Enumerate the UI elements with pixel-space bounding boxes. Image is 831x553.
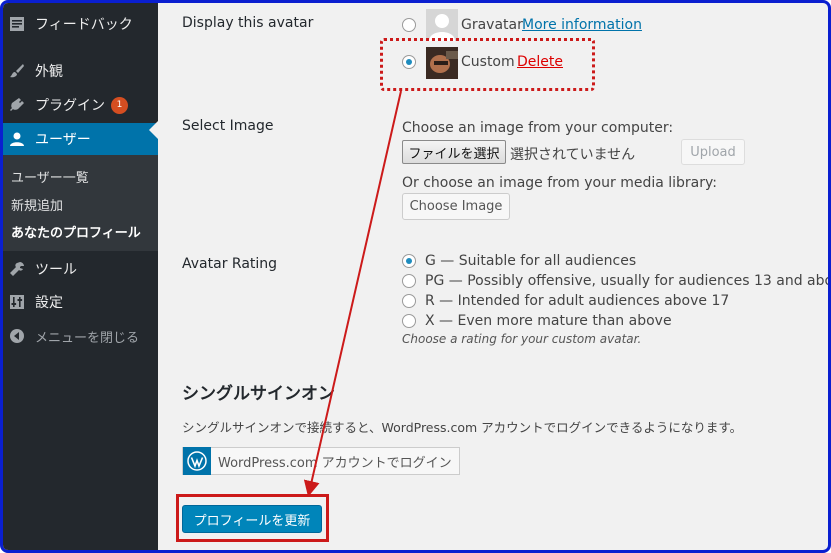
menu-item-users[interactable]: ユーザー xyxy=(3,123,158,155)
submenu-add-new[interactable]: 新規追加 xyxy=(11,195,63,214)
menu-label: 設定 xyxy=(35,295,63,311)
collapse-arrow-icon xyxy=(7,326,27,346)
rating-r-radio[interactable] xyxy=(402,294,416,308)
menu-label: ユーザー xyxy=(35,132,91,148)
custom-avatar-highlight xyxy=(380,38,595,91)
submenu-all-users[interactable]: ユーザー一覧 xyxy=(11,167,89,186)
upload-button[interactable]: Upload xyxy=(681,139,745,165)
rating-g-radio[interactable] xyxy=(402,254,416,268)
menu-label: フィードバック xyxy=(35,17,133,33)
wordpress-login-label: WordPress.com アカウントでログイン xyxy=(218,455,452,471)
rating-x-radio[interactable] xyxy=(402,314,416,328)
wordpress-login-button[interactable]: WordPress.com アカウントでログイン xyxy=(182,447,460,475)
menu-item-tools[interactable]: ツール xyxy=(3,253,158,285)
display-avatar-label: Display this avatar xyxy=(182,15,314,31)
users-submenu: ユーザー一覧 新規追加 あなたのプロフィール xyxy=(3,155,158,251)
wrench-icon xyxy=(7,259,27,279)
appearance-brush-icon xyxy=(7,61,27,81)
menu-label: 外観 xyxy=(35,64,63,80)
settings-icon xyxy=(7,292,27,312)
choose-image-button[interactable]: Choose Image xyxy=(402,193,510,220)
update-button-highlight xyxy=(176,494,329,542)
collapse-menu-button[interactable]: メニューを閉じる xyxy=(3,320,158,352)
rating-hint: Choose a rating for your custom avatar. xyxy=(402,332,642,346)
no-file-selected-text: 選択されていません xyxy=(510,147,636,163)
screenshot-frame: フィードバック 外観 プラグイン 1 ユーザー ユーザー一覧 新規追加 あなたの… xyxy=(0,0,831,553)
choose-from-computer-text: Choose an image from your computer: xyxy=(402,120,674,136)
more-information-link[interactable]: More information xyxy=(522,17,642,33)
submenu-your-profile[interactable]: あなたのプロフィール xyxy=(11,222,141,241)
plugin-icon xyxy=(7,95,27,115)
collapse-label: メニューを閉じる xyxy=(35,330,140,346)
file-select-button[interactable]: ファイルを選択 xyxy=(402,140,506,164)
rating-g-label: G — Suitable for all audiences xyxy=(425,253,637,269)
menu-label: ツール xyxy=(35,262,77,278)
menu-item-settings[interactable]: 設定 xyxy=(3,286,158,318)
sso-description: シングルサインオンで接続すると、WordPress.com アカウントでログイン… xyxy=(182,420,743,435)
choose-from-library-text: Or choose an image from your media libra… xyxy=(402,175,717,191)
menu-item-plugins[interactable]: プラグイン 1 xyxy=(3,89,158,121)
feedback-icon xyxy=(7,14,27,34)
rating-pg-radio[interactable] xyxy=(402,274,416,288)
user-icon xyxy=(7,129,27,149)
gravatar-radio[interactable] xyxy=(402,18,416,32)
current-menu-arrow xyxy=(149,121,158,139)
rating-r-label: R — Intended for adult audiences above 1… xyxy=(425,293,730,309)
avatar-rating-label: Avatar Rating xyxy=(182,256,278,272)
menu-item-feedback[interactable]: フィードバック xyxy=(3,8,158,40)
gravatar-default-avatar xyxy=(426,9,458,41)
admin-sidebar: フィードバック 外観 プラグイン 1 ユーザー ユーザー一覧 新規追加 あなたの… xyxy=(3,3,158,550)
rating-pg-label: PG — Possibly offensive, usually for aud… xyxy=(425,273,831,289)
menu-item-appearance[interactable]: 外観 xyxy=(3,55,158,87)
gravatar-label: Gravatar xyxy=(461,17,523,33)
sso-heading: シングルサインオン xyxy=(182,384,335,404)
select-image-label: Select Image xyxy=(182,118,274,134)
wordpress-logo-icon xyxy=(183,447,211,475)
menu-label: プラグイン xyxy=(35,98,105,114)
rating-x-label: X — Even more mature than above xyxy=(425,313,672,329)
update-count-badge: 1 xyxy=(111,96,128,114)
